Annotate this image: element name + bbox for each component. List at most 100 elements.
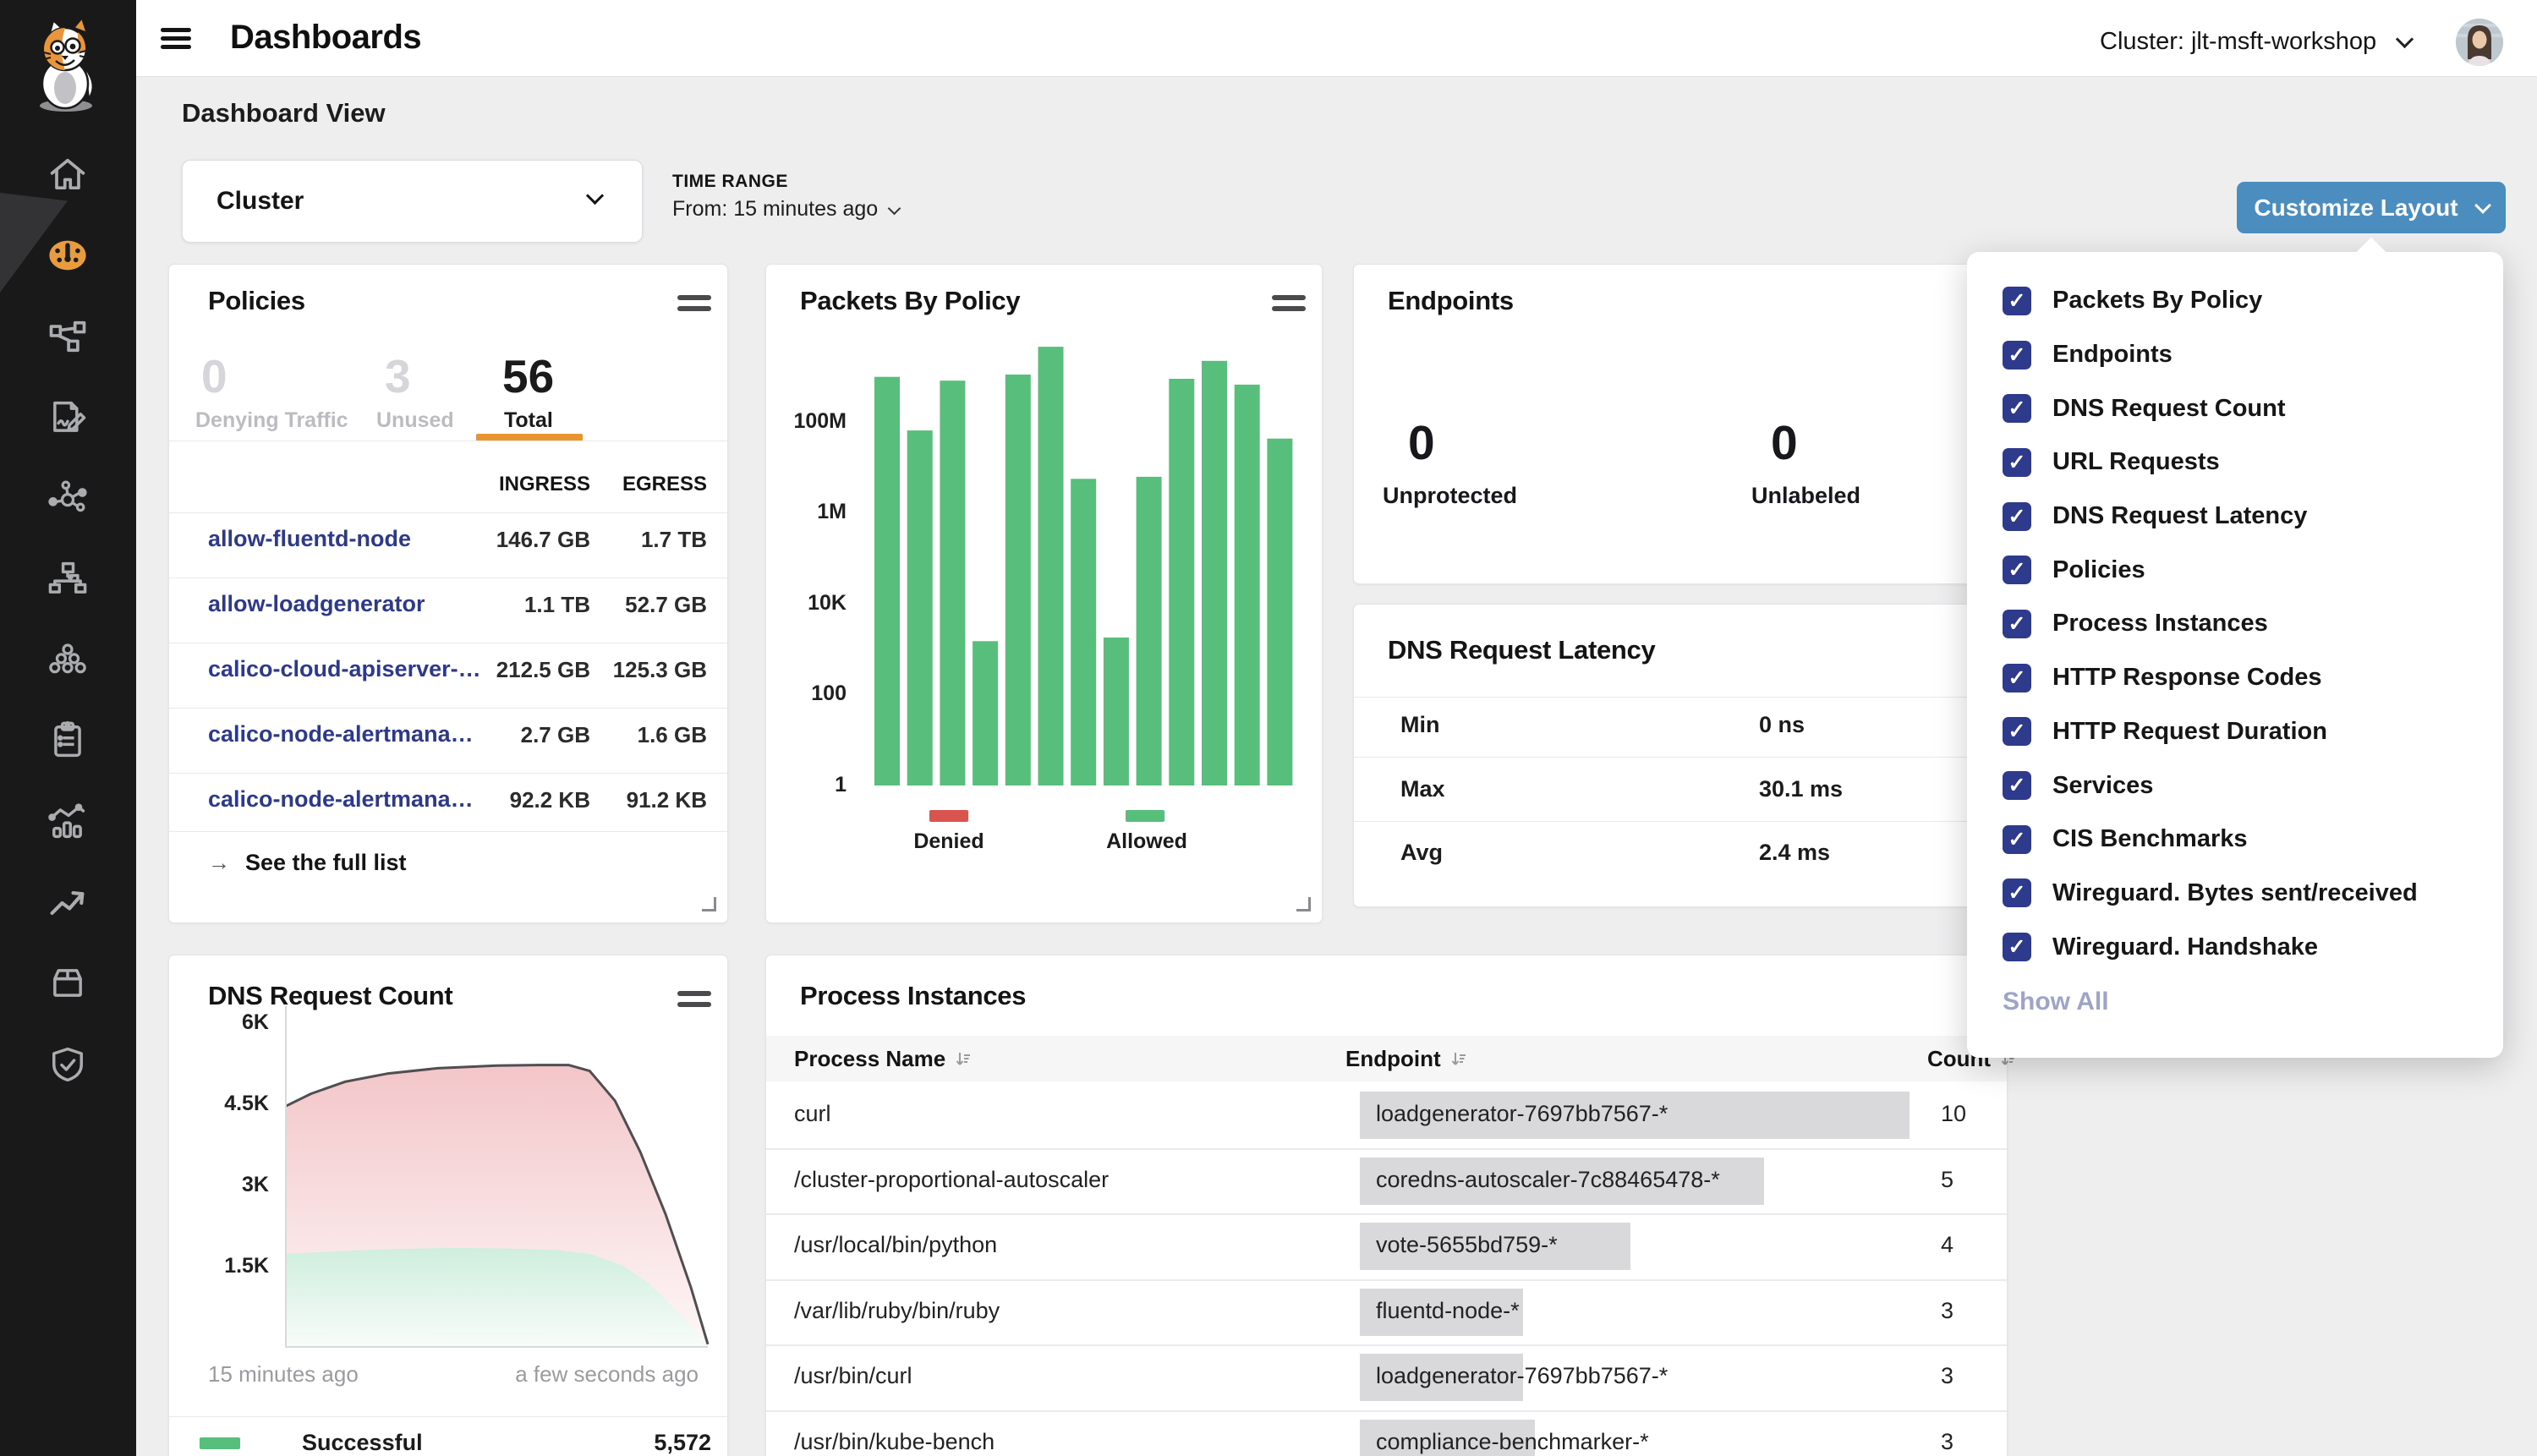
sidebar-item-compliance[interactable] <box>44 717 91 764</box>
unlabeled-label: Unlabeled <box>1751 483 1860 509</box>
menu-item[interactable]: ✓ Wireguard. Handshake <box>2003 920 2503 974</box>
menu-item[interactable]: ✓ HTTP Request Duration <box>2003 705 2503 759</box>
process-name-cell: /var/lib/ruby/bin/ruby <box>794 1298 1000 1324</box>
process-instances-card: Process Instances Process Name Endpoint … <box>765 955 2008 1456</box>
menu-item[interactable]: ✓ Wireguard. Bytes sent/received <box>2003 867 2503 921</box>
dashboard-page: Dashboards Cluster: jlt-msft-workshop <box>0 0 2537 1456</box>
sidebar-item-security[interactable] <box>44 1041 91 1088</box>
dns-latency-title: DNS Request Latency <box>1388 635 1655 665</box>
menu-item[interactable]: ✓ DNS Request Latency <box>2003 490 2503 544</box>
checkbox-checked-icon[interactable]: ✓ <box>2003 879 2031 907</box>
checkbox-checked-icon[interactable]: ✓ <box>2003 717 2031 746</box>
drag-handle-icon[interactable] <box>677 295 711 317</box>
process-name-cell: /usr/bin/curl <box>794 1363 912 1389</box>
policy-link[interactable]: allow-loadgenerator <box>208 591 425 617</box>
process-name-sort-header[interactable]: Process Name <box>794 1046 973 1072</box>
sidebar-item-trends[interactable] <box>44 879 91 927</box>
menu-item[interactable]: ✓ Policies <box>2003 543 2503 597</box>
sidebar-item-packages[interactable] <box>44 960 91 1007</box>
calico-cat-logo[interactable] <box>25 17 107 113</box>
dashboard-gauge-icon <box>46 233 90 277</box>
policy-link[interactable]: calico-cloud-apiserver-… <box>208 656 481 682</box>
sidebar-item-endpoints[interactable] <box>44 637 91 684</box>
process-name-cell: curl <box>794 1101 831 1127</box>
checkbox-checked-icon[interactable]: ✓ <box>2003 287 2031 315</box>
policy-ingress-value: 92.2 KB <box>463 787 590 813</box>
successful-legend-value: 5,572 <box>542 1430 711 1456</box>
see-full-list-link[interactable]: → See the full list <box>208 850 407 876</box>
count-cell: 10 <box>1941 1101 1966 1127</box>
count-cell: 3 <box>1941 1363 1953 1389</box>
menu-item[interactable]: ✓ Packets By Policy <box>2003 274 2503 328</box>
menu-item[interactable]: ✓ Endpoints <box>2003 328 2503 382</box>
denied-legend-label[interactable]: Denied <box>890 829 1008 854</box>
policy-egress-value: 125.3 GB <box>589 657 707 683</box>
dashboard-view-select[interactable]: Cluster <box>182 160 643 243</box>
x-label-end: a few seconds ago <box>499 1361 699 1388</box>
unlabeled-value: 0 <box>1771 415 1798 471</box>
policies-card-title: Policies <box>208 286 305 316</box>
count-cell: 5 <box>1941 1167 1953 1193</box>
checkbox-checked-icon[interactable]: ✓ <box>2003 933 2031 961</box>
menu-item[interactable]: ✓ DNS Request Count <box>2003 381 2503 435</box>
trends-icon <box>46 881 90 925</box>
endpoint-sort-header[interactable]: Endpoint <box>1345 1046 1468 1072</box>
allowed-legend-label[interactable]: Allowed <box>1088 829 1206 854</box>
security-shield-icon <box>46 1043 90 1087</box>
checkbox-checked-icon[interactable]: ✓ <box>2003 394 2031 423</box>
cluster-selector[interactable]: Cluster: jlt-msft-workshop <box>2100 28 2411 56</box>
checkbox-checked-icon[interactable]: ✓ <box>2003 825 2031 854</box>
policy-link[interactable]: allow-fluentd-node <box>208 526 411 552</box>
chevron-down-icon <box>2474 197 2491 214</box>
sidebar-item-home[interactable] <box>44 151 91 199</box>
stat-total-label[interactable]: Total <box>504 408 553 433</box>
show-all-link[interactable]: Show All <box>2003 988 2503 1016</box>
sidebar-item-policies[interactable] <box>44 394 91 441</box>
checkbox-checked-icon[interactable]: ✓ <box>2003 341 2031 369</box>
dashboard-view-label: Dashboard View <box>182 98 386 129</box>
checkbox-checked-icon[interactable]: ✓ <box>2003 610 2031 638</box>
unprotected-value: 0 <box>1408 415 1435 471</box>
checkbox-checked-icon[interactable]: ✓ <box>2003 771 2031 800</box>
hamburger-menu-icon[interactable] <box>161 24 191 52</box>
process-name-cell: /usr/local/bin/python <box>794 1232 997 1258</box>
menu-item[interactable]: ✓ CIS Benchmarks <box>2003 813 2503 867</box>
endpoints-card: Endpoints 0 Unprotected 0 Unlabeled <box>1353 264 2008 584</box>
checkbox-checked-icon[interactable]: ✓ <box>2003 556 2031 584</box>
count-cell: 4 <box>1941 1232 1953 1258</box>
sidebar-item-service-graph[interactable] <box>44 313 91 360</box>
policy-egress-value: 52.7 GB <box>589 592 707 618</box>
sidebar-nav <box>0 0 136 1456</box>
endpoint-cell: loadgenerator-7697bb7567-* <box>1376 1363 1668 1389</box>
customize-layout-button[interactable]: Customize Layout <box>2237 182 2506 233</box>
menu-item[interactable]: ✓ URL Requests <box>2003 435 2503 490</box>
sidebar-item-flow-visualizations[interactable] <box>44 474 91 522</box>
menu-item[interactable]: ✓ Process Instances <box>2003 597 2503 651</box>
stat-denying-value: 0 <box>201 349 227 403</box>
policy-egress-value: 1.7 TB <box>589 527 707 553</box>
stat-unused-value: 3 <box>385 349 411 403</box>
count-cell: 3 <box>1941 1429 1953 1455</box>
sidebar-item-network-tree[interactable] <box>44 556 91 603</box>
endpoint-cell: compliance-benchmarker-* <box>1376 1429 1649 1455</box>
checkbox-checked-icon[interactable]: ✓ <box>2003 502 2031 531</box>
checkbox-checked-icon[interactable]: ✓ <box>2003 448 2031 477</box>
user-avatar[interactable] <box>2456 19 2503 66</box>
policy-link[interactable]: calico-node-alertmana… <box>208 721 474 747</box>
resize-handle[interactable] <box>1296 897 1311 911</box>
policy-link[interactable]: calico-node-alertmana… <box>208 786 474 813</box>
endpoint-cell: coredns-autoscaler-7c88465478-* <box>1376 1167 1720 1193</box>
sidebar-item-dashboards[interactable] <box>44 232 91 279</box>
packets-bar-chart <box>766 265 1322 922</box>
chevron-down-icon <box>586 187 604 205</box>
service-graph-icon <box>46 315 90 359</box>
sidebar-item-statistics[interactable] <box>44 798 91 846</box>
policy-egress-value: 91.2 KB <box>589 787 707 813</box>
menu-item[interactable]: ✓ Services <box>2003 758 2503 813</box>
resize-handle[interactable] <box>702 897 716 911</box>
menu-item[interactable]: ✓ HTTP Response Codes <box>2003 651 2503 705</box>
time-range-selector[interactable]: From: 15 minutes ago <box>672 197 899 222</box>
checkbox-checked-icon[interactable]: ✓ <box>2003 664 2031 692</box>
home-icon <box>46 153 90 197</box>
policy-editor-icon <box>46 396 90 440</box>
